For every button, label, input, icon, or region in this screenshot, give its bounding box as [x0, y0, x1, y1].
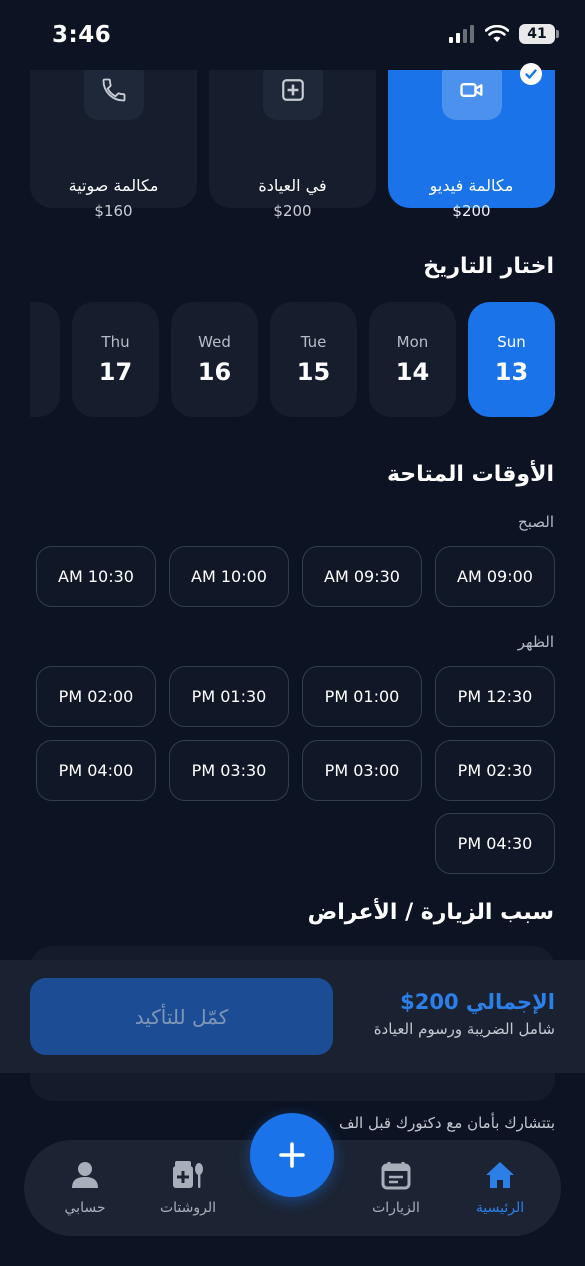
date-card-thu[interactable]: Thu 17: [72, 302, 159, 417]
plus-icon: [279, 1142, 305, 1168]
date-card-wed[interactable]: Wed 16: [171, 302, 258, 417]
nav-label: الزيارات: [372, 1200, 420, 1216]
time-slot[interactable]: AM 09:00: [435, 546, 555, 607]
day-number: 14: [395, 358, 430, 386]
date-card-sun[interactable]: Sun 13: [468, 302, 555, 417]
day-name: Tue: [300, 333, 327, 351]
status-bar: 3:46 41: [0, 0, 585, 70]
add-fab-button[interactable]: [250, 1113, 334, 1197]
nav-label: الرئيسية: [475, 1200, 525, 1216]
consult-name: مكالمة صوتية: [68, 176, 159, 195]
nav-visits[interactable]: الزيارات: [356, 1160, 436, 1216]
confirm-button[interactable]: كمّل للتأكيد: [30, 978, 333, 1055]
privacy-hint: بتتشارك بأمان مع دكتورك قبل الف: [338, 1114, 555, 1132]
total-price: الإجمالي 200$: [400, 990, 555, 1014]
time-slot[interactable]: PM 01:30: [169, 666, 289, 727]
nav-label: الروشتات: [159, 1200, 217, 1216]
time-slot[interactable]: AM 10:00: [169, 546, 289, 607]
date-card-partial[interactable]: [30, 302, 60, 417]
day-name: Sun: [497, 333, 526, 351]
reason-section-title: سبب الزيارة / الأعراض: [307, 900, 554, 925]
nav-label: حسابي: [64, 1200, 106, 1216]
day-number: 15: [296, 358, 331, 386]
signal-icon: [449, 25, 474, 43]
date-section-title: اختار التاريخ: [423, 254, 554, 279]
day-name: Wed: [198, 333, 231, 351]
noon-label: الظهر: [517, 633, 554, 651]
consult-name: في العيادة: [258, 176, 327, 195]
time-slot[interactable]: PM 01:00: [302, 666, 422, 727]
day-number: 13: [494, 358, 529, 386]
user-icon: [72, 1162, 98, 1188]
total-note: شامل الضريبة ورسوم العيادة: [373, 1020, 555, 1038]
wifi-icon: [485, 25, 509, 42]
day-number: 16: [197, 358, 232, 386]
consult-price: $200: [452, 202, 491, 220]
time-slot[interactable]: PM 03:00: [302, 740, 422, 801]
consult-price: $160: [94, 202, 133, 220]
morning-label: الصبح: [518, 513, 554, 531]
nav-home[interactable]: الرئيسية: [460, 1160, 540, 1216]
day-name: Thu: [101, 333, 130, 351]
date-card-tue[interactable]: Tue 15: [270, 302, 357, 417]
status-time: 3:46: [52, 22, 112, 48]
consult-price: $200: [273, 202, 312, 220]
time-slot[interactable]: PM 04:00: [36, 740, 156, 801]
calendar-icon: [381, 1162, 411, 1190]
times-section-title: الأوقات المتاحة: [386, 462, 554, 487]
battery-indicator: 41: [519, 24, 559, 44]
time-slot[interactable]: PM 12:30: [435, 666, 555, 727]
time-slot[interactable]: AM 10:30: [36, 546, 156, 607]
consult-name: مكالمة فيديو: [429, 176, 514, 195]
status-icons: 41: [449, 24, 559, 44]
day-name: Mon: [396, 333, 429, 351]
home-icon: [486, 1162, 514, 1188]
time-slot[interactable]: PM 03:30: [169, 740, 289, 801]
time-slot[interactable]: PM 02:30: [435, 740, 555, 801]
check-icon: [520, 63, 542, 85]
nav-prescriptions[interactable]: الروشتات: [148, 1160, 228, 1216]
time-slot[interactable]: PM 02:00: [36, 666, 156, 727]
day-number: 17: [98, 358, 133, 386]
prescription-icon: [173, 1161, 203, 1188]
date-card-mon[interactable]: Mon 14: [369, 302, 456, 417]
time-slot[interactable]: PM 04:30: [435, 813, 555, 874]
nav-account[interactable]: حسابي: [45, 1160, 125, 1216]
time-slot[interactable]: AM 09:30: [302, 546, 422, 607]
